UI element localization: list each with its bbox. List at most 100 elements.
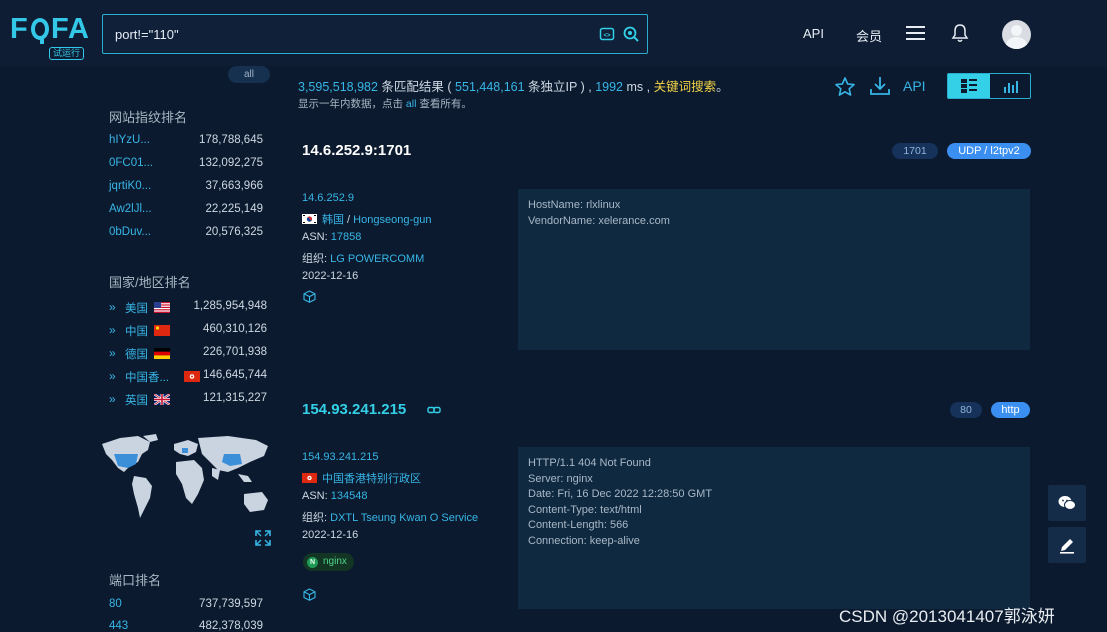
- country-name[interactable]: 英国: [125, 392, 148, 408]
- fingerprint-count: 178,788,645: [199, 134, 263, 146]
- fingerprint-name[interactable]: 0FC01...: [109, 157, 153, 169]
- result-ip[interactable]: 14.6.252.9: [302, 192, 354, 204]
- top-bar: FFA 试运行 <> API 会员: [0, 0, 1107, 66]
- wechat-button[interactable]: [1048, 485, 1086, 521]
- city-link[interactable]: Hongseong-gun: [353, 214, 431, 226]
- country-name[interactable]: 中国香...: [125, 369, 169, 385]
- edit-icon: [1060, 539, 1074, 554]
- org-label: 组织:: [302, 253, 331, 265]
- country-name[interactable]: 德国: [125, 346, 148, 362]
- org-link[interactable]: DXTL Tseung Kwan O Service: [330, 512, 478, 524]
- country-name[interactable]: 中国: [125, 323, 148, 339]
- expand-icon[interactable]: [255, 530, 271, 546]
- country-row[interactable]: » 德国 226,701,938: [109, 346, 267, 364]
- country-row[interactable]: » 美国 1,285,954,948: [109, 300, 267, 318]
- fingerprint-count: 22,225,149: [205, 203, 263, 215]
- asn-link[interactable]: 134548: [331, 490, 368, 502]
- port-count: 737,739,597: [199, 598, 263, 610]
- us-flag-icon: [154, 302, 170, 313]
- list-view-icon: [961, 79, 977, 93]
- cube-icon[interactable]: [303, 588, 316, 601]
- user-avatar[interactable]: [1002, 20, 1031, 49]
- star-icon[interactable]: [834, 76, 856, 98]
- wechat-icon: [1058, 496, 1076, 510]
- fingerprint-row[interactable]: hIYzU... 178,788,645: [109, 134, 263, 152]
- country-count: 121,315,227: [203, 392, 267, 404]
- asn-line: ASN: 17858: [302, 231, 361, 243]
- view-toggle: [947, 73, 1031, 99]
- ms-label: ms ,: [623, 80, 654, 94]
- logo-badge: 试运行: [49, 47, 85, 60]
- watermark: CSDN @2013041407郭泳妍: [839, 607, 1055, 626]
- all-pill[interactable]: all: [228, 66, 270, 83]
- menu-icon[interactable]: [906, 25, 925, 41]
- banner-line: Date: Fri, 16 Dec 2022 12:28:50 GMT: [528, 488, 713, 500]
- fofa-logo[interactable]: F FA 试运行: [10, 14, 90, 62]
- banner-line: Content-Length: 566: [528, 519, 629, 531]
- svg-text:<>: <>: [603, 33, 611, 39]
- bell-icon[interactable]: [951, 23, 969, 43]
- result-title[interactable]: 154.93.241.215: [302, 401, 406, 418]
- fingerprint-name[interactable]: jqrtiK0...: [109, 180, 151, 192]
- syntax-icon[interactable]: <>: [599, 26, 615, 42]
- gb-flag-icon: [154, 394, 170, 405]
- unique-ip-count: 551,448,161: [455, 80, 525, 94]
- country-rank-title: 国家/地区排名: [109, 275, 191, 290]
- port-badge[interactable]: 1701: [892, 143, 938, 159]
- keyword-search-link[interactable]: 关键词搜索: [654, 80, 717, 94]
- show-all-link[interactable]: all: [406, 98, 417, 110]
- asn-link[interactable]: 17858: [331, 231, 362, 243]
- search-icon[interactable]: [623, 26, 639, 42]
- nav-api-link[interactable]: API: [803, 26, 824, 41]
- port-rank-title: 端口排名: [109, 573, 162, 588]
- port-name[interactable]: 80: [109, 598, 122, 610]
- fingerprint-rank-title: 网站指纹排名: [109, 110, 188, 125]
- list-view-button[interactable]: [948, 74, 990, 98]
- port-row[interactable]: 80 737,739,597: [109, 598, 263, 616]
- chevron-right-icon: »: [109, 346, 116, 360]
- fingerprint-row[interactable]: jqrtiK0... 37,663,966: [109, 180, 263, 198]
- bar-chart-icon: [1004, 81, 1018, 93]
- link-icon[interactable]: [427, 405, 441, 415]
- banner-panel: HTTP/1.1 404 Not Found Server: nginx Dat…: [518, 447, 1030, 609]
- nginx-tag[interactable]: Nnginx: [303, 553, 354, 571]
- de-flag-icon: [154, 348, 170, 359]
- country-row[interactable]: » 中国香... 146,645,744: [109, 369, 267, 387]
- country-link[interactable]: 韩国: [322, 214, 344, 226]
- country-link[interactable]: 中国香港特别行政区: [322, 473, 421, 485]
- time-ms: 1992: [595, 80, 623, 94]
- fingerprint-name[interactable]: hIYzU...: [109, 134, 150, 146]
- cube-icon[interactable]: [303, 290, 316, 303]
- country-row[interactable]: » 中国 460,310,126: [109, 323, 267, 341]
- result-date: 2022-12-16: [302, 270, 359, 282]
- org-link[interactable]: LG POWERCOMM: [330, 253, 424, 265]
- country-name[interactable]: 美国: [125, 300, 148, 316]
- protocol-badge[interactable]: http: [991, 402, 1030, 418]
- chevron-right-icon: »: [109, 392, 116, 406]
- world-map[interactable]: [98, 432, 274, 532]
- chevron-right-icon: »: [109, 369, 116, 383]
- fingerprint-row[interactable]: Aw2lJl... 22,225,149: [109, 203, 263, 221]
- result-title[interactable]: 14.6.252.9:1701: [302, 142, 411, 159]
- search-input[interactable]: [115, 15, 585, 53]
- port-name[interactable]: 443: [109, 620, 128, 632]
- fingerprint-row[interactable]: 0bDuv... 20,576,325: [109, 226, 263, 244]
- port-badge[interactable]: 80: [950, 402, 982, 418]
- protocol-badge[interactable]: UDP / l2tpv2: [947, 143, 1031, 159]
- result-ip[interactable]: 154.93.241.215: [302, 451, 378, 463]
- country-row[interactable]: » 英国 121,315,227: [109, 392, 267, 410]
- fingerprint-name[interactable]: Aw2lJl...: [109, 203, 152, 215]
- nav-vip-link[interactable]: 会员: [856, 26, 882, 45]
- result-location: 韩国 / Hongseong-gun: [302, 211, 431, 227]
- port-row[interactable]: 443 482,378,039: [109, 620, 263, 632]
- hk-flag-icon: [302, 473, 317, 483]
- feedback-button[interactable]: [1048, 527, 1086, 563]
- api-link[interactable]: API: [903, 78, 926, 94]
- download-icon[interactable]: [869, 75, 891, 97]
- fingerprint-row[interactable]: 0FC01... 132,092,275: [109, 157, 263, 175]
- port-count: 482,378,039: [199, 620, 263, 632]
- banner-line: Server: nginx: [528, 472, 593, 485]
- fingerprint-name[interactable]: 0bDuv...: [109, 226, 151, 238]
- org-line: 组织: DXTL Tseung Kwan O Service: [302, 509, 478, 525]
- stats-view-button[interactable]: [990, 74, 1030, 98]
